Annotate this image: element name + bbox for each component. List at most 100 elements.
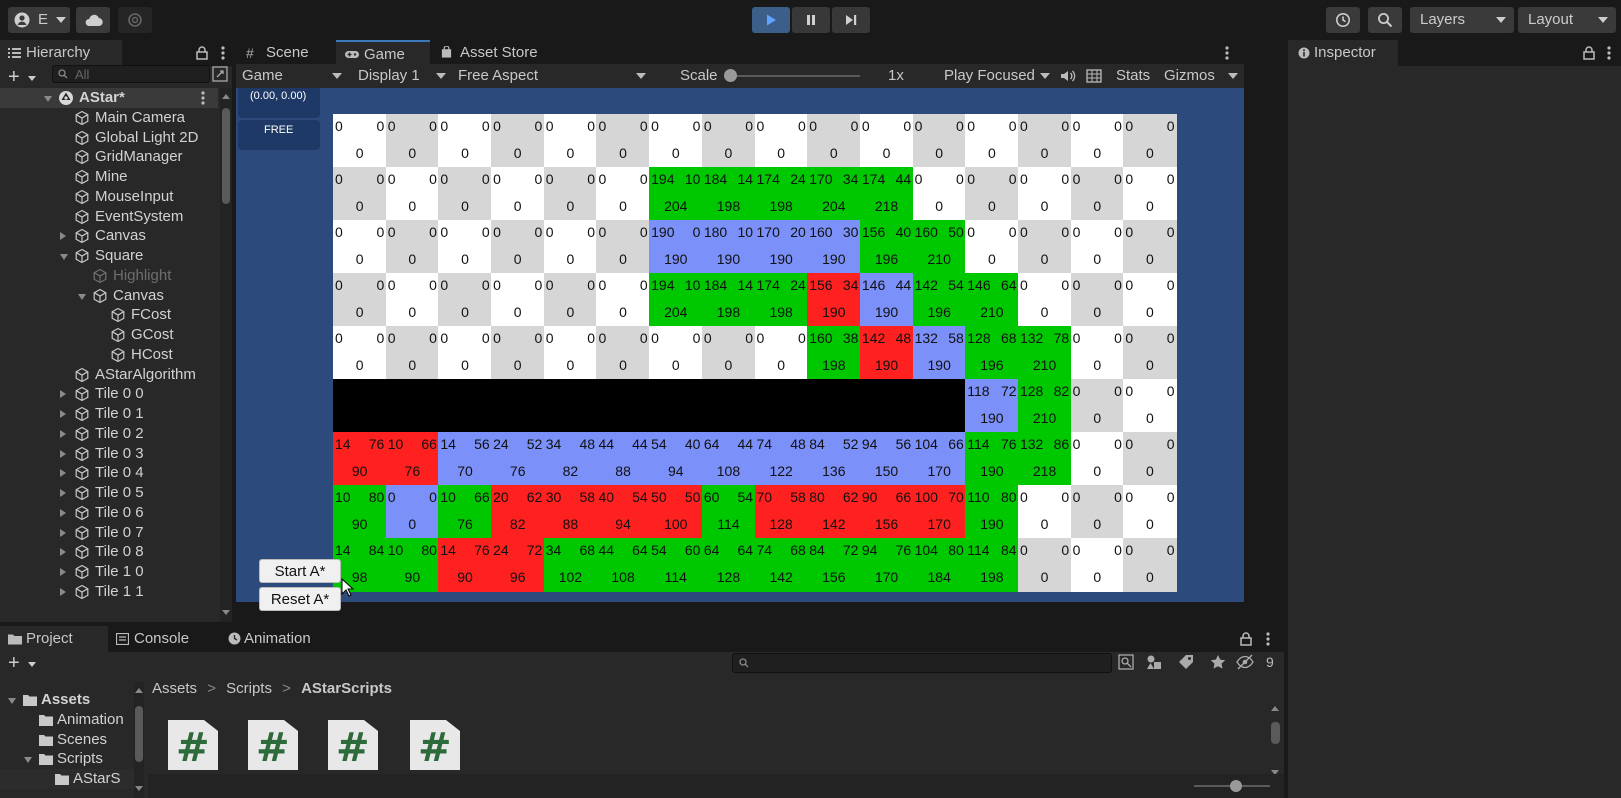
hierarchy-item[interactable]: Tile 0 8	[0, 542, 220, 562]
grid-tile[interactable]: 000	[1017, 167, 1072, 221]
expand-arrow-down-icon[interactable]	[24, 757, 32, 764]
grid-tile[interactable]: 000	[1123, 485, 1177, 539]
aspect-dropdown[interactable]: Free Aspect	[450, 64, 650, 88]
grid-tile[interactable]: 000	[1070, 220, 1124, 274]
grid-tile[interactable]	[438, 379, 492, 433]
grid-tile[interactable]: 160 50 210	[912, 220, 966, 274]
script-file-icon[interactable]: #	[410, 720, 460, 770]
expand-arrow-right-icon[interactable]	[60, 390, 66, 399]
grid-tile[interactable]: 000	[596, 273, 650, 327]
script-file-icon[interactable]: #	[328, 720, 378, 770]
grid-tile[interactable]: 000	[1070, 538, 1124, 592]
grid-tile[interactable]: 24 72 96	[491, 538, 545, 592]
grid-tile[interactable]: 110 80 190	[965, 485, 1019, 539]
grid-toggle-icon[interactable]	[1086, 68, 1102, 84]
grid-tile[interactable]: 34 48 82	[543, 432, 598, 486]
hierarchy-item[interactable]: MouseInput	[0, 187, 220, 207]
hierarchy-item[interactable]: Tile 0 2	[0, 424, 220, 444]
grid-tile[interactable]: 000	[701, 114, 756, 168]
grid-tile[interactable]: 000	[438, 273, 492, 327]
kebab-menu-icon[interactable]	[1266, 632, 1270, 646]
grid-tile[interactable]: 74 68 142	[754, 538, 808, 592]
grid-tile[interactable]: 000	[596, 220, 650, 274]
grid-tile[interactable]: 000	[1070, 273, 1124, 327]
grid-tile[interactable]: 54 60 114	[649, 538, 703, 592]
scroll-down-arrow[interactable]	[222, 610, 230, 615]
grid-tile[interactable]: 132 78 210	[1017, 326, 1072, 380]
grid-tile[interactable]: 000	[596, 167, 650, 221]
expand-arrow-right-icon[interactable]	[60, 469, 66, 478]
grid-tile[interactable]: 174 24 198	[754, 167, 808, 221]
grid-tile[interactable]: 64 64 128	[701, 538, 756, 592]
grid-tile[interactable]: 000	[649, 326, 703, 380]
grid-tile[interactable]: 74 48 122	[754, 432, 808, 486]
project-tree-item[interactable]: AStarS	[0, 769, 134, 790]
tab-hierarchy[interactable]: Hierarchy	[0, 40, 122, 66]
grid-tile[interactable]: 10 80 90	[385, 538, 439, 592]
tab-asset-store[interactable]: Asset Store	[430, 40, 560, 66]
search-button[interactable]	[1368, 7, 1402, 33]
grid-tile[interactable]: 180 10 190	[701, 220, 756, 274]
scale-slider-thumb[interactable]	[724, 69, 737, 82]
grid-tile[interactable]: 000	[333, 273, 387, 327]
hierarchy-item[interactable]: Tile 0 3	[0, 444, 220, 464]
lock-icon[interactable]	[1240, 632, 1252, 646]
collab-button[interactable]	[118, 7, 152, 33]
grid-tile[interactable]: 142 54 196	[912, 273, 966, 327]
kebab-menu-icon[interactable]	[201, 91, 205, 105]
grid-tile[interactable]: 000	[543, 326, 598, 380]
grid-tile[interactable]: 190 0 190	[649, 220, 703, 274]
kebab-menu-icon[interactable]	[221, 46, 225, 60]
grid-tile[interactable]: 64 44 108	[701, 432, 756, 486]
grid-tile[interactable]: 184 14 198	[701, 273, 756, 327]
grid-tile[interactable]: 000	[1017, 114, 1072, 168]
star-icon[interactable]	[1210, 654, 1226, 670]
play-focused-dropdown[interactable]: Play Focused	[936, 64, 1054, 88]
hierarchy-search-field[interactable]: All	[52, 65, 210, 83]
breadcrumb-item-astarscripts[interactable]: AStarScripts	[301, 680, 392, 697]
project-create-dropdown[interactable]: +	[6, 652, 40, 674]
grid-tile[interactable]: 100 70 170	[912, 485, 966, 539]
grid-tile[interactable]: 146 64 210	[965, 273, 1019, 327]
grid-tile[interactable]: 000	[1017, 220, 1072, 274]
grid-tile[interactable]: 000	[649, 114, 703, 168]
hierarchy-item[interactable]: Canvas	[0, 286, 220, 306]
grid-tile[interactable]: 34 68 102	[543, 538, 598, 592]
grid-tile[interactable]: 40 54 94	[596, 485, 650, 539]
grid-tile[interactable]: 000	[491, 167, 545, 221]
expand-arrow-right-icon[interactable]	[60, 449, 66, 458]
breadcrumb-item-scripts[interactable]: Scripts	[226, 680, 272, 697]
icon-size-slider-thumb[interactable]	[1230, 780, 1242, 792]
search-by-type-icon[interactable]	[1118, 654, 1134, 670]
project-tree-item[interactable]: Scripts	[0, 749, 134, 769]
grid-tile[interactable]	[385, 379, 439, 433]
grid-tile[interactable]: 000	[1123, 326, 1177, 380]
expand-arrow-right-icon[interactable]	[60, 429, 66, 438]
kebab-menu-icon[interactable]	[1607, 46, 1611, 60]
reset-astar-button[interactable]: Reset A*	[259, 587, 341, 611]
tab-project[interactable]: Project	[0, 626, 108, 652]
grid-tile[interactable]: 000	[438, 114, 492, 168]
grid-tile[interactable]: 000	[1017, 485, 1072, 539]
grid-tile[interactable]: 142 48 190	[859, 326, 914, 380]
grid-tile[interactable]	[649, 379, 703, 433]
hierarchy-item[interactable]: EventSystem	[0, 207, 220, 227]
expand-arrow-right-icon[interactable]	[60, 410, 66, 418]
grid-tile[interactable]: 000	[701, 326, 756, 380]
account-dropdown[interactable]: E	[8, 7, 70, 33]
hierarchy-item[interactable]: GridManager	[0, 147, 220, 167]
grid-tile[interactable]: 000	[1123, 114, 1177, 168]
grid-tile[interactable]	[912, 379, 966, 433]
grid-tile[interactable]: 000	[1123, 167, 1177, 221]
tab-game[interactable]: Game	[336, 40, 430, 66]
project-tree-item[interactable]: Animation	[0, 710, 134, 730]
script-file-icon[interactable]: #	[168, 720, 218, 770]
hierarchy-item[interactable]: Tile 1 0	[0, 562, 220, 582]
grid-tile[interactable]: 118 72 190	[965, 379, 1019, 433]
grid-tile[interactable]: 000	[333, 167, 387, 221]
grid-tile[interactable]: 000	[385, 167, 439, 221]
grid-tile[interactable]: 156 40 196	[859, 220, 914, 274]
expand-arrow-down-icon[interactable]	[60, 254, 68, 260]
grid-tile[interactable]: 10 80 90	[333, 485, 387, 539]
grid-tile[interactable]: 90 66 156	[859, 485, 914, 539]
